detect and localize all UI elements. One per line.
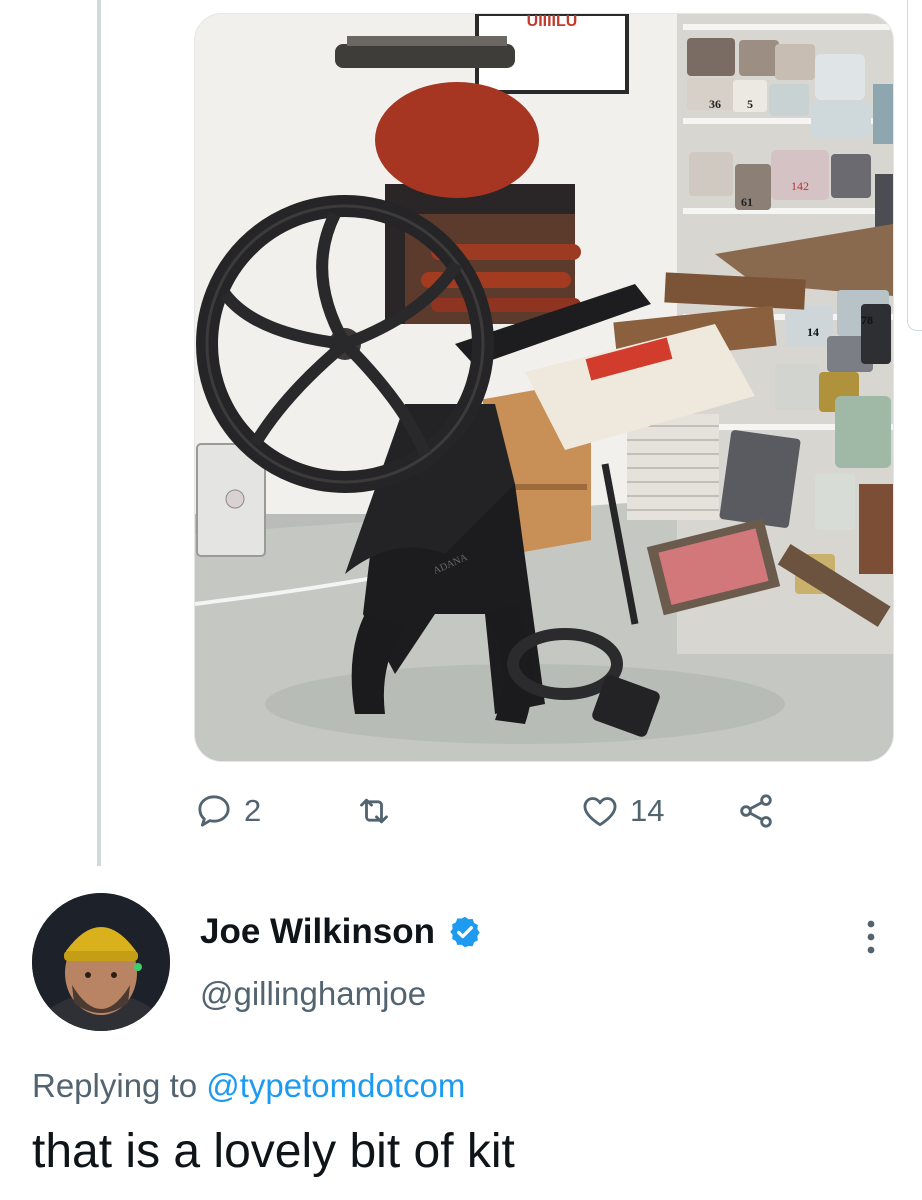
avatar[interactable]: [32, 893, 170, 1031]
author-name[interactable]: Joe Wilkinson: [200, 908, 483, 956]
tin-label: 36: [709, 97, 721, 111]
like-count: 14: [630, 793, 665, 828]
tin-label: 78: [861, 313, 873, 327]
tin-label: 142: [791, 179, 809, 193]
verified-badge-icon: [450, 916, 480, 948]
reply-text: that is a lovely bit of kit: [32, 1125, 515, 1178]
author-name-text: Joe Wilkinson: [200, 912, 436, 951]
tweet-action-bar: 2 14: [194, 783, 814, 839]
reply-button[interactable]: 2: [194, 783, 261, 839]
tin-label: 61: [741, 195, 753, 209]
share-nodes-icon: [740, 794, 772, 828]
tin-label: 14: [807, 325, 819, 339]
vertical-dots-icon[interactable]: [856, 912, 886, 962]
scrollbar[interactable]: [907, 0, 922, 331]
tweet-photo[interactable]: UIIIILU 36 5 61 142 78 14 ADANA: [194, 13, 894, 762]
printing-press-photo: UIIIILU 36 5 61 142 78 14 ADANA: [195, 14, 893, 761]
heart-icon: [583, 797, 617, 827]
poster-text: UIIIILU: [527, 14, 578, 30]
author-handle[interactable]: @gillinghamjoe: [200, 970, 426, 1018]
tin-label: 5: [747, 97, 753, 111]
retweet-button[interactable]: [354, 783, 404, 839]
share-button[interactable]: [736, 783, 776, 839]
avatar-photo: [32, 893, 170, 1031]
reply-count: 2: [244, 793, 262, 828]
thread-connector-line: [97, 0, 101, 866]
speech-bubble-icon: [198, 795, 230, 827]
retweet-arrows-icon: [360, 798, 388, 824]
replying-to-handle-link[interactable]: @typetomdotcom: [206, 1067, 465, 1104]
replying-to-line: Replying to @typetomdotcom: [32, 1062, 465, 1110]
replying-prefix: Replying to: [32, 1067, 207, 1104]
like-button[interactable]: 14: [580, 783, 664, 839]
